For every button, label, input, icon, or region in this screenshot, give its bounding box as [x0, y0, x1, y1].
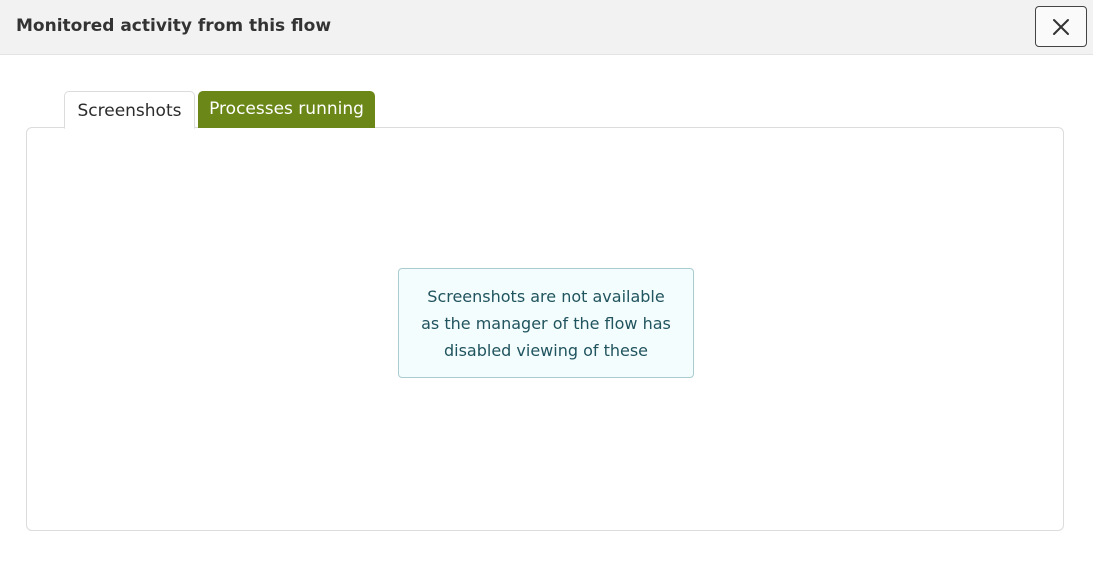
- close-icon: [1053, 18, 1069, 35]
- close-button[interactable]: [1035, 6, 1087, 47]
- tab-panel: Screenshots are not available as the man…: [26, 127, 1064, 531]
- notice-text: Screenshots are not available as the man…: [411, 283, 681, 364]
- monitored-activity-modal: Monitored activity from this flow Screen…: [0, 0, 1093, 569]
- modal-header: Monitored activity from this flow: [0, 0, 1093, 55]
- modal-title: Monitored activity from this flow: [16, 16, 332, 36]
- notice-line: as the manager of the flow has: [421, 313, 671, 333]
- tab-processes-running[interactable]: Processes running: [198, 91, 375, 128]
- screenshots-unavailable-notice: Screenshots are not available as the man…: [398, 268, 694, 378]
- tab-screenshots[interactable]: Screenshots: [64, 91, 195, 129]
- notice-line: disabled viewing of these: [443, 340, 649, 360]
- tab-bar: Screenshots Processes running: [64, 91, 375, 129]
- notice-line: Screenshots are not available: [427, 286, 665, 306]
